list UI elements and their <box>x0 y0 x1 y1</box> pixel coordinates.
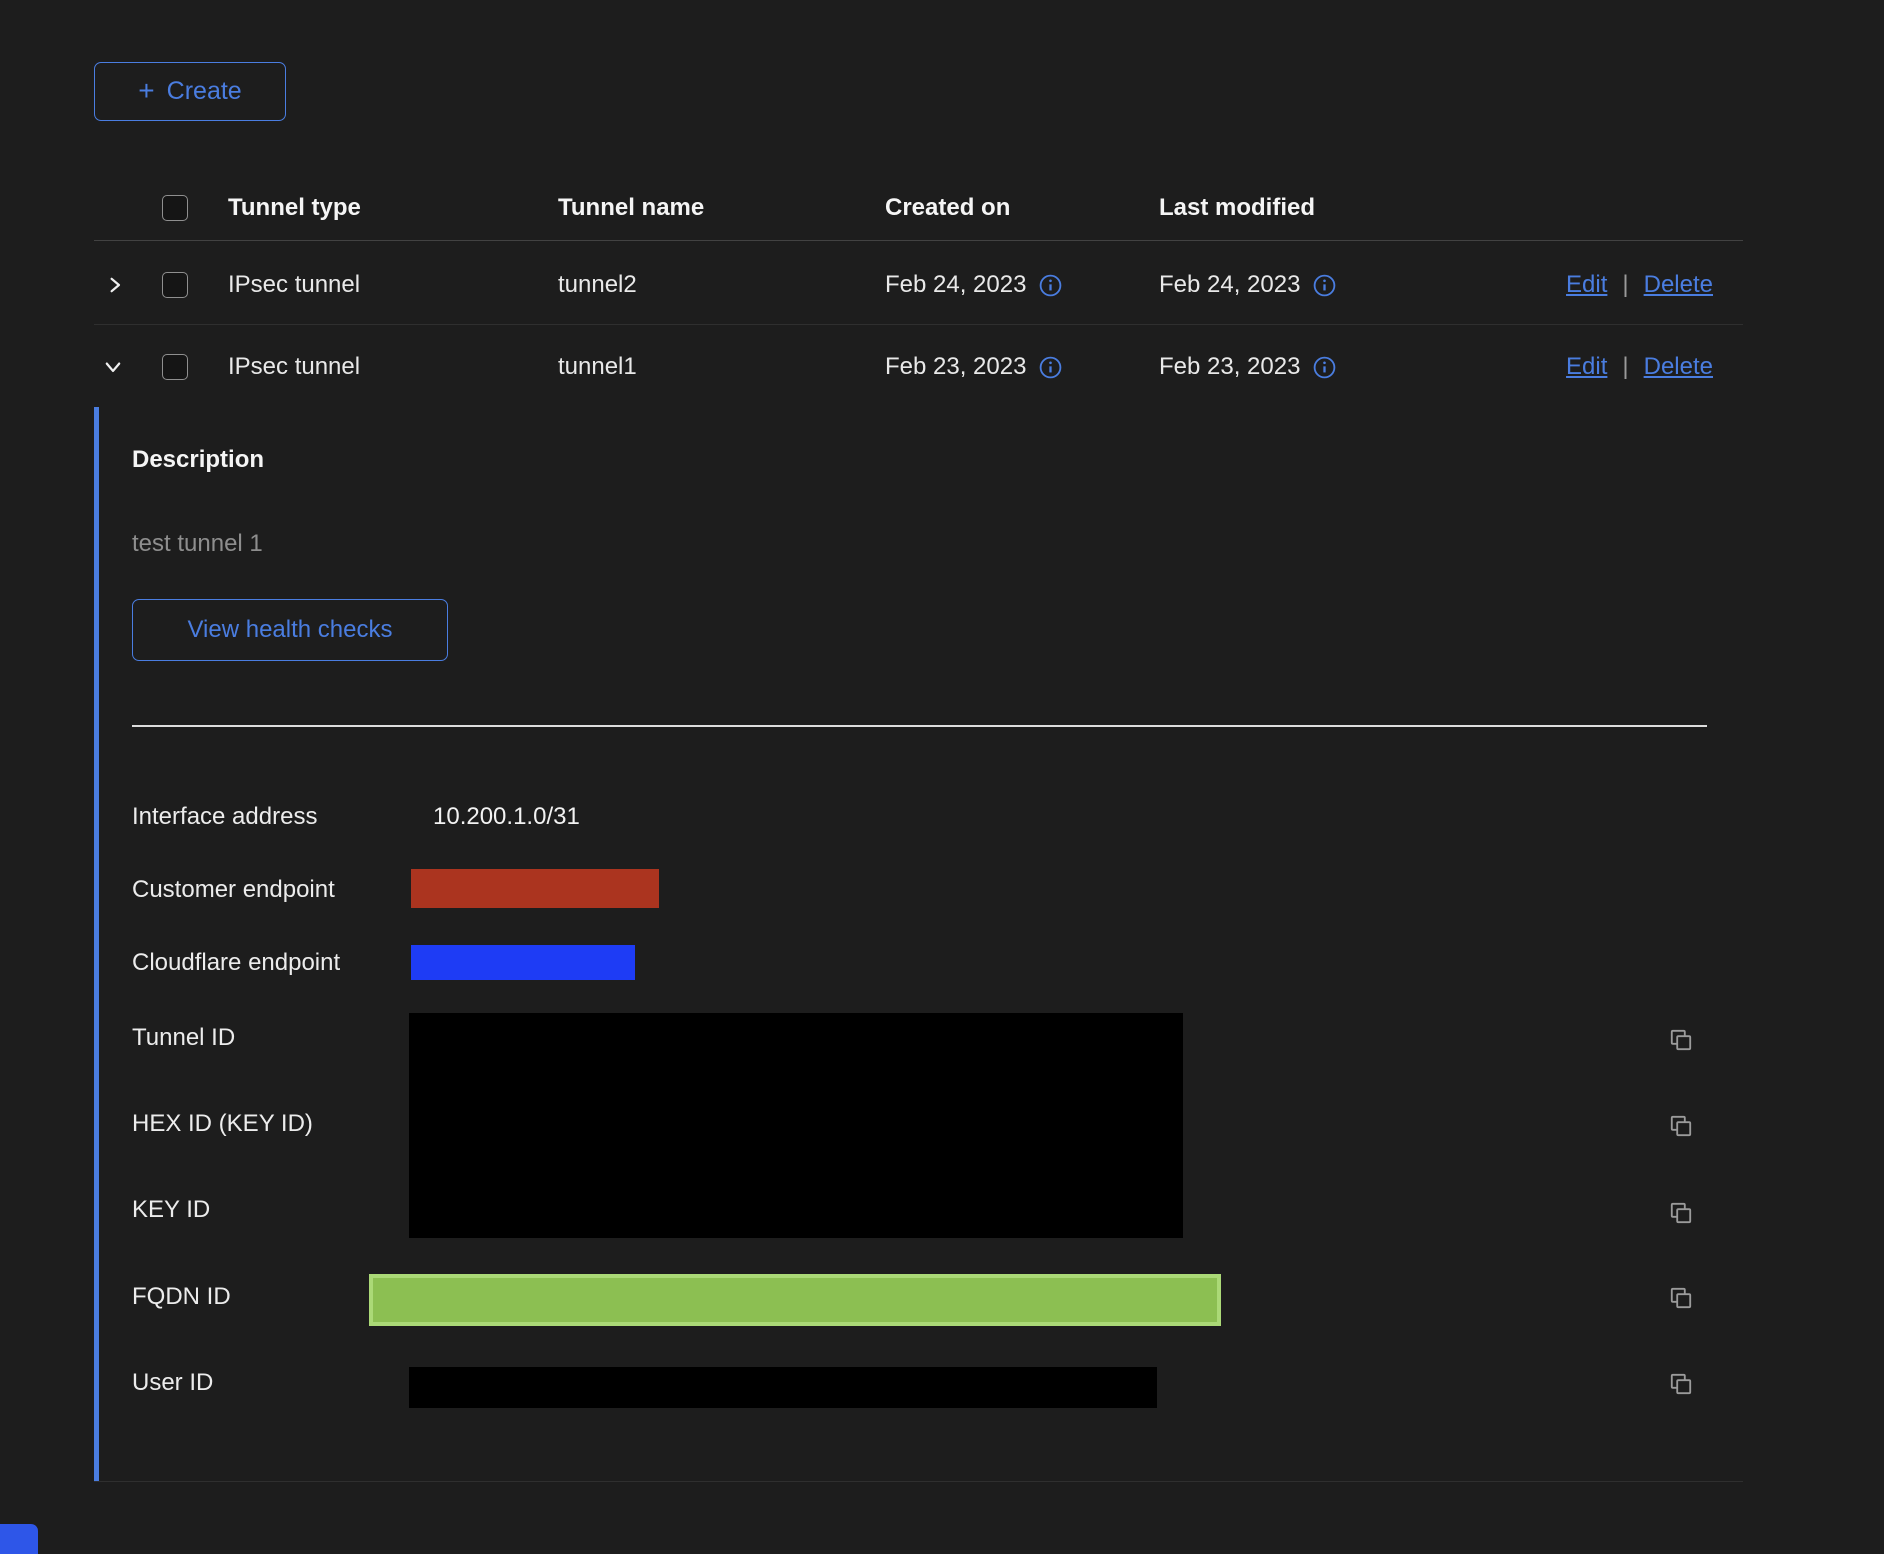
tunnel-name-cell: tunnel1 <box>558 353 637 381</box>
field-label-cloudflare-endpoint: Cloudflare endpoint <box>132 949 340 977</box>
tunnel-name-cell: tunnel2 <box>558 271 637 299</box>
created-on-cell: Feb 24, 2023 <box>885 271 1062 299</box>
row-actions: Edit | Delete <box>1566 353 1713 381</box>
row-actions: Edit | Delete <box>1566 271 1713 299</box>
column-header-tunnel-name: Tunnel name <box>558 194 704 222</box>
tunnels-page: + Create Tunnel type Tunnel name Created… <box>0 0 1884 1554</box>
info-icon[interactable] <box>1313 356 1336 379</box>
customer-endpoint-redacted <box>411 869 659 908</box>
field-label-tunnel-id: Tunnel ID <box>132 1024 235 1052</box>
action-separator: | <box>1622 353 1628 381</box>
cloudflare-endpoint-redacted <box>411 945 635 980</box>
view-health-checks-button[interactable]: View health checks <box>132 599 448 661</box>
created-on-value: Feb 23, 2023 <box>885 353 1026 381</box>
row-checkbox[interactable] <box>162 354 188 380</box>
info-icon[interactable] <box>1039 356 1062 379</box>
user-id-redacted <box>409 1367 1157 1408</box>
created-on-cell: Feb 23, 2023 <box>885 353 1062 381</box>
copy-icon[interactable] <box>1668 1284 1696 1312</box>
create-button-label: Create <box>167 77 242 106</box>
create-button[interactable]: + Create <box>94 62 286 121</box>
fqdn-id-redacted <box>369 1274 1221 1326</box>
description-value: test tunnel 1 <box>132 530 263 558</box>
floating-button-partial[interactable] <box>0 1524 38 1554</box>
header-divider <box>94 240 1743 241</box>
edit-link[interactable]: Edit <box>1566 271 1607 299</box>
chevron-right-icon[interactable] <box>104 274 126 296</box>
created-on-value: Feb 24, 2023 <box>885 271 1026 299</box>
delete-link[interactable]: Delete <box>1644 271 1713 299</box>
info-icon[interactable] <box>1313 274 1336 297</box>
copy-icon[interactable] <box>1668 1112 1696 1140</box>
field-label-customer-endpoint: Customer endpoint <box>132 876 335 904</box>
copy-icon[interactable] <box>1668 1370 1696 1398</box>
field-label-fqdn-id: FQDN ID <box>132 1283 231 1311</box>
copy-icon[interactable] <box>1668 1199 1696 1227</box>
column-header-tunnel-type: Tunnel type <box>228 194 361 222</box>
info-icon[interactable] <box>1039 274 1062 297</box>
tunnel-hex-key-id-redacted <box>409 1013 1183 1238</box>
last-modified-value: Feb 24, 2023 <box>1159 271 1300 299</box>
edit-link[interactable]: Edit <box>1566 353 1607 381</box>
last-modified-value: Feb 23, 2023 <box>1159 353 1300 381</box>
description-label: Description <box>132 446 264 474</box>
field-label-user-id: User ID <box>132 1369 213 1397</box>
column-header-last-modified: Last modified <box>1159 194 1315 222</box>
interface-address-value: 10.200.1.0/31 <box>433 803 580 831</box>
expanded-panel-accent-bar <box>94 407 99 1481</box>
plus-icon: + <box>138 77 154 105</box>
column-header-created-on: Created on <box>885 194 1010 222</box>
delete-link[interactable]: Delete <box>1644 353 1713 381</box>
last-modified-cell: Feb 24, 2023 <box>1159 271 1336 299</box>
field-label-key-id: KEY ID <box>132 1196 210 1224</box>
copy-icon[interactable] <box>1668 1026 1696 1054</box>
last-modified-cell: Feb 23, 2023 <box>1159 353 1336 381</box>
tunnel-type-cell: IPsec tunnel <box>228 353 360 381</box>
chevron-down-icon[interactable] <box>102 356 124 378</box>
row-divider <box>94 324 1743 325</box>
field-label-interface-address: Interface address <box>132 803 317 831</box>
detail-divider <box>132 725 1707 727</box>
action-separator: | <box>1622 271 1628 299</box>
row-checkbox[interactable] <box>162 272 188 298</box>
tunnel-type-cell: IPsec tunnel <box>228 271 360 299</box>
field-label-hex-id: HEX ID (KEY ID) <box>132 1110 313 1138</box>
select-all-checkbox[interactable] <box>162 195 188 221</box>
panel-bottom-divider <box>94 1481 1743 1482</box>
